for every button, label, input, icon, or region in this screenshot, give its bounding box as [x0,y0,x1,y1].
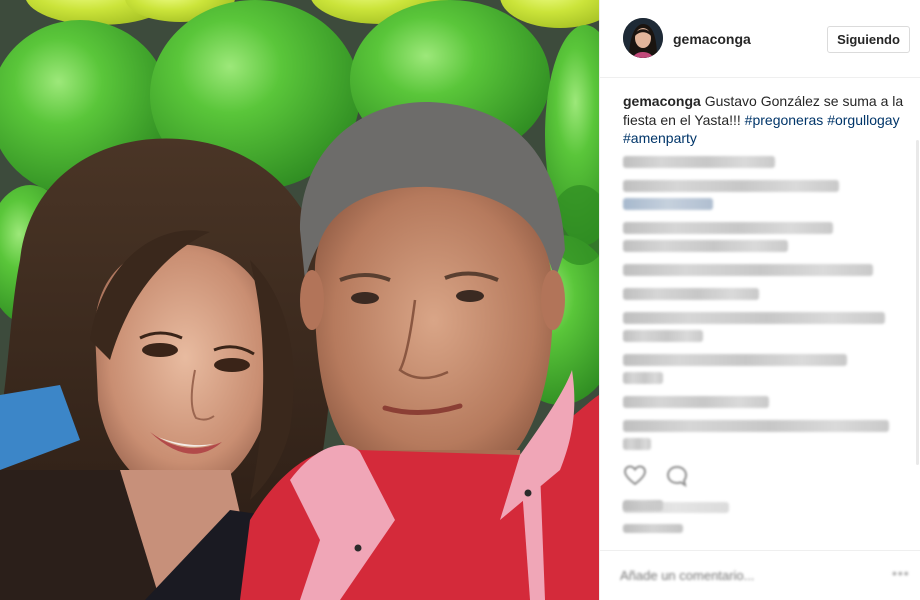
following-button[interactable]: Siguiendo [827,26,910,53]
hashtag-link[interactable]: #orgullogay [827,112,899,128]
post-timestamp [623,524,683,533]
speech-bubble-icon[interactable] [665,464,689,488]
blurred-comment [623,198,713,210]
blurred-comment [623,438,651,450]
comment-bar: ••• [600,550,920,600]
blurred-comment [623,288,759,300]
post-header: gemaconga Siguiendo [600,0,920,78]
likes-label [623,502,729,513]
add-comment-input[interactable] [620,561,850,589]
comments-scrollbar[interactable] [916,140,919,465]
blurred-comment [623,156,775,168]
blurred-comment [623,240,788,252]
post-photo[interactable] [0,0,599,600]
hashtag-link[interactable]: #amenparty [623,130,697,146]
comments-list [623,150,913,455]
post-actions [623,464,703,488]
heart-icon[interactable] [623,464,647,488]
blurred-comment [623,420,889,432]
blurred-comment [623,180,839,192]
post-caption: gemaconga Gustavo González se suma a la … [623,92,908,148]
blurred-comment [623,354,847,366]
blurred-comment [623,312,885,324]
selfie-photo [0,0,599,600]
blurred-comment [623,330,703,342]
caption-username[interactable]: gemaconga [623,93,701,109]
post-sidebar: gemaconga Siguiendo gemaconga Gustavo Go… [599,0,920,600]
blurred-comment [623,372,663,384]
blurred-comment [623,396,769,408]
instagram-post: gemaconga Siguiendo gemaconga Gustavo Go… [0,0,920,600]
avatar[interactable] [623,18,663,58]
blurred-comment [623,264,873,276]
more-options-icon[interactable]: ••• [892,566,912,580]
header-username[interactable]: gemaconga [673,31,751,47]
hashtag-link[interactable]: #pregoneras [745,112,824,128]
avatar-image [623,18,663,58]
blurred-comment [623,222,833,234]
